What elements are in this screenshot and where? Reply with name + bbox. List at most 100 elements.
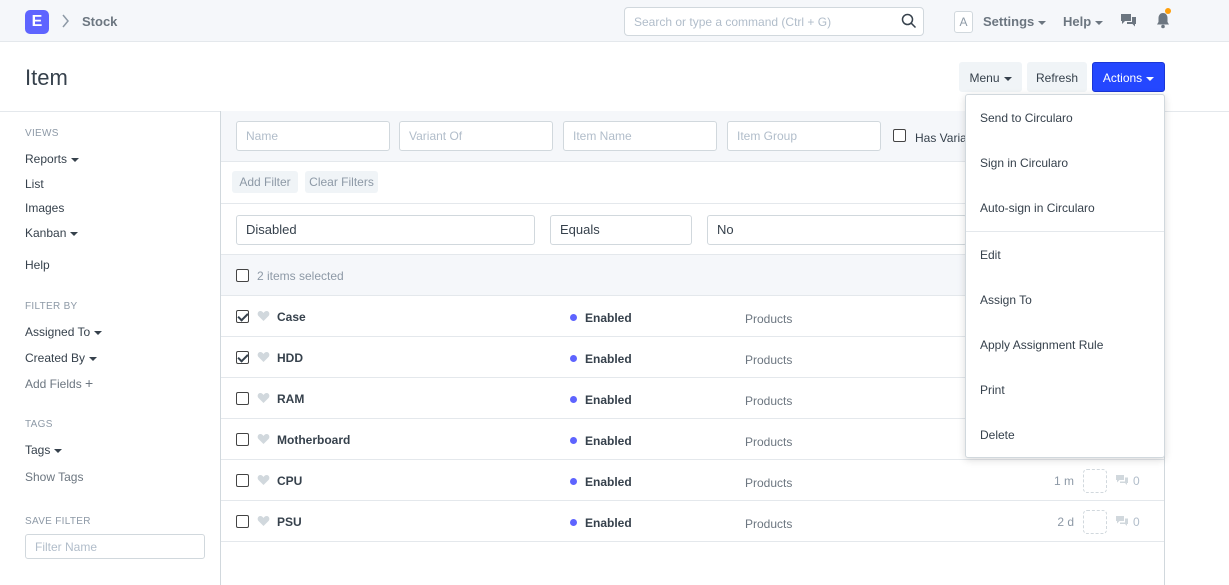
sidebar-item-created-by[interactable]: Created By [25,351,98,365]
assign-avatar-placeholder[interactable] [1083,510,1107,534]
heart-icon[interactable] [257,433,270,445]
menu-item-assign-to[interactable]: Assign To [980,293,1032,307]
heart-icon[interactable] [257,392,270,404]
menu-item-delete[interactable]: Delete [980,428,1015,442]
status-indicator-dot [570,355,577,362]
heart-icon[interactable] [257,515,270,527]
item-group-value: Products [745,476,793,490]
name-filter[interactable] [236,121,390,151]
clear-filters-button[interactable]: Clear Filters [305,171,378,193]
add-filter-button[interactable]: Add Filter [232,171,298,193]
heart-icon[interactable] [257,474,270,486]
status-indicator-dot [570,478,577,485]
navbar: E Stock A Settings Help [0,0,1229,42]
filter-field-select[interactable]: Disabled [236,215,535,245]
comment-count: 0 [1133,515,1140,529]
add-fields-link[interactable]: Add Fields + [25,375,93,391]
breadcrumb-stock[interactable]: Stock [82,14,117,29]
has-variants-checkbox[interactable] [893,129,906,142]
refresh-button[interactable]: Refresh [1027,62,1087,92]
heart-icon[interactable] [257,351,270,363]
sidebar-item-kanban[interactable]: Kanban [25,226,79,240]
caret-down-icon [70,231,79,236]
sidebar-item-label: Tags [25,443,51,457]
menu-label: Menu [969,71,1000,85]
status-indicator-dot [570,519,577,526]
bell-icon[interactable] [1156,12,1170,29]
status-indicator-dot [570,396,577,403]
caret-down-icon [1003,76,1012,81]
menu-item-send-to-circularo[interactable]: Send to Circularo [980,111,1073,125]
status-text: Enabled [585,311,632,325]
avatar[interactable]: A [954,11,973,33]
tags-section-title: TAGS [25,419,53,430]
select-all-checkbox[interactable] [236,269,249,282]
menu-item-edit[interactable]: Edit [980,248,1001,262]
sidebar-item-assigned-to[interactable]: Assigned To [25,325,103,339]
sidebar-item-label: Kanban [25,226,67,240]
plus-icon: + [85,375,94,391]
item-name-link[interactable]: RAM [277,392,304,406]
show-tags-link[interactable]: Show Tags [25,470,83,484]
menu-item-apply-assignment-rule[interactable]: Apply Assignment Rule [980,338,1103,352]
heart-icon[interactable] [257,310,270,322]
item-group-filter-input[interactable] [728,122,873,150]
caret-down-icon [1095,20,1104,25]
item-name-link[interactable]: HDD [277,351,303,365]
filter-condition-select[interactable]: Equals [550,215,692,245]
list-item[interactable]: CPU Enabled Products 1 m 0 [221,460,1164,501]
menu-item-auto-sign-in-circularo[interactable]: Auto-sign in Circularo [980,201,1095,215]
row-checkbox[interactable] [236,433,249,446]
settings-dropdown[interactable]: Settings [983,14,1047,29]
search-input[interactable] [625,8,895,35]
chat-icon[interactable] [1120,12,1137,29]
row-checkbox[interactable] [236,392,249,405]
comment-icon [1116,475,1128,485]
menu-item-sign-in-circularo[interactable]: Sign in Circularo [980,156,1068,170]
item-name-link[interactable]: Case [277,310,306,324]
sidebar-item-reports[interactable]: Reports [25,152,80,166]
menu-button[interactable]: Menu [959,62,1022,92]
row-checkbox[interactable] [236,515,249,528]
caret-down-icon [1146,76,1155,81]
sidebar-item-images[interactable]: Images [25,201,64,215]
sidebar-item-tags[interactable]: Tags [25,443,63,457]
comment-icon [1116,516,1128,526]
sidebar-item-help[interactable]: Help [25,258,50,272]
search-bar[interactable] [624,7,924,36]
sidebar-item-label: Created By [25,351,86,365]
item-name-filter[interactable] [563,121,717,151]
assign-avatar-placeholder[interactable] [1083,469,1107,493]
menu-item-print[interactable]: Print [980,383,1005,397]
chevron-right-icon [62,14,69,28]
list-item[interactable]: PSU Enabled Products 2 d 0 [221,501,1164,542]
app-logo[interactable]: E [25,10,49,34]
filter-name-field[interactable] [25,534,205,559]
page-title: Item [25,65,68,90]
caret-down-icon [71,157,80,162]
actions-dropdown-menu: Send to Circularo Sign in Circularo Auto… [965,94,1165,458]
sidebar-item-list[interactable]: List [25,177,44,191]
item-group-filter[interactable] [727,121,881,151]
sidebar-item-label: Reports [25,152,68,166]
item-name-link[interactable]: Motherboard [277,433,350,447]
status-text: Enabled [585,352,632,366]
caret-down-icon [54,448,63,453]
filter-value-select[interactable]: No [707,215,967,245]
variant-of-filter[interactable] [399,121,553,151]
item-name-link[interactable]: PSU [277,515,302,529]
save-filter-section-title: SAVE FILTER [25,516,91,527]
modified-time: 1 m [1053,474,1074,488]
sidebar-item-label: Assigned To [25,325,91,339]
filter-name-input[interactable] [26,535,196,558]
help-dropdown[interactable]: Help [1063,14,1104,29]
item-name-filter-input[interactable] [564,122,709,150]
item-name-link[interactable]: CPU [277,474,302,488]
name-filter-input[interactable] [237,122,382,150]
variant-of-filter-input[interactable] [400,122,545,150]
actions-button[interactable]: Actions [1092,62,1165,92]
row-checkbox[interactable] [236,474,249,487]
row-checkbox[interactable] [236,351,249,364]
row-checkbox[interactable] [236,310,249,323]
search-icon[interactable] [901,13,917,29]
